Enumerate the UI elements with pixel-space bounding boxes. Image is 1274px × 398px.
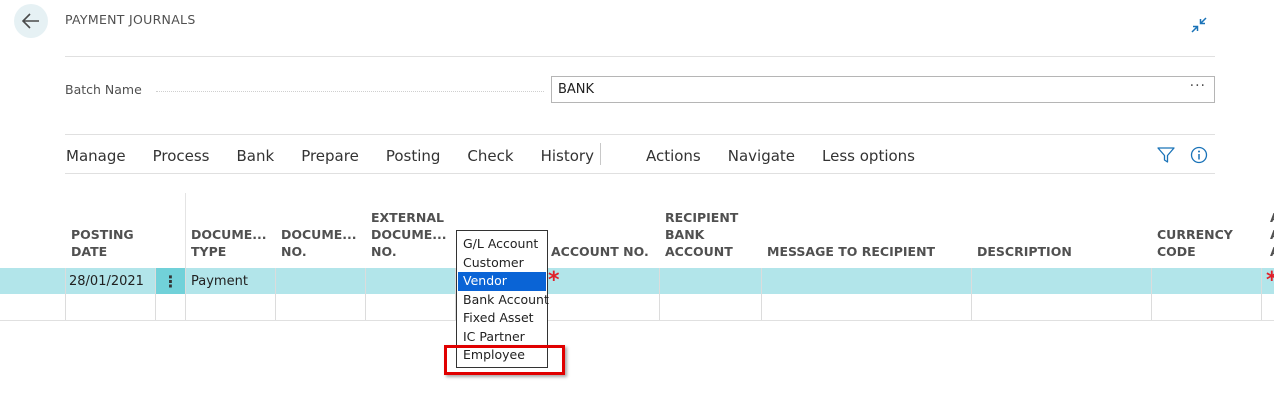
batch-name-value: BANK (558, 82, 595, 97)
action-toolbar: Manage Process Bank Prepare Posting Chec… (66, 145, 942, 167)
col-label: NO. (281, 244, 307, 259)
collapse-button[interactable] (1188, 14, 1210, 36)
toolbar-bank[interactable]: Bank (237, 147, 275, 165)
cell-border (1261, 268, 1262, 320)
cell-document-type[interactable]: Payment (191, 274, 248, 289)
col-description[interactable]: DESCRIPTION (977, 243, 1072, 260)
cell-posting-date[interactable]: 28/01/2021 (69, 274, 144, 289)
filter-icon (1157, 147, 1175, 163)
col-document-type[interactable]: DOCUME... TYPE (191, 226, 267, 260)
header-divider (65, 56, 1215, 57)
col-label: DOCUME... (371, 227, 447, 242)
toolbar-check[interactable]: Check (467, 147, 513, 165)
toolbar-less-options[interactable]: Less options (822, 147, 915, 165)
col-truncated: AAA (1270, 209, 1274, 260)
toolbar-prepare[interactable]: Prepare (301, 147, 359, 165)
col-account-no[interactable]: ACCOUNT NO. (551, 243, 649, 260)
cell-border (971, 268, 972, 320)
col-label: DOCUME... (281, 227, 357, 242)
batch-divider (65, 134, 1215, 135)
cell-border (275, 268, 276, 320)
option-vendor[interactable]: Vendor (458, 272, 546, 291)
vertical-dots-icon: ⋮ (162, 271, 179, 291)
back-button[interactable] (14, 4, 48, 38)
option-ic-partner[interactable]: IC Partner (458, 328, 546, 347)
col-label: CODE (1157, 244, 1196, 259)
option-bank-account[interactable]: Bank Account (458, 291, 549, 310)
info-icon (1190, 146, 1208, 164)
col-label: DOCUME... (191, 227, 267, 242)
field-leader-dots (156, 91, 544, 92)
cell-border (65, 268, 66, 320)
col-document-no[interactable]: DOCUME... NO. (281, 226, 357, 260)
col-label: DATE (71, 244, 108, 259)
toolbar-history[interactable]: History (541, 147, 594, 165)
toolbar-process[interactable]: Process (153, 147, 210, 165)
option-gl-account[interactable]: G/L Account (458, 235, 546, 254)
required-marker: * (1266, 268, 1274, 293)
col-label: BANK (665, 227, 705, 242)
arrow-left-icon (22, 13, 39, 29)
filter-button[interactable] (1156, 146, 1176, 164)
cell-border (185, 268, 186, 320)
more-options-icon[interactable]: ··· (1190, 78, 1206, 94)
col-label: TYPE (191, 244, 227, 259)
info-button[interactable] (1189, 145, 1209, 165)
col-recipient-bank-account[interactable]: RECIPIENT BANK ACCOUNT (665, 209, 738, 260)
col-posting-date[interactable]: POSTING DATE (71, 226, 134, 260)
toolbar-divider (65, 173, 1215, 174)
col-label: POSTING (71, 227, 134, 242)
col-currency-code[interactable]: CURRENCY CODE (1157, 226, 1233, 260)
collapse-arrows-icon (1191, 17, 1207, 33)
toolbar-separator (600, 143, 601, 165)
cell-border (761, 268, 762, 320)
table-row[interactable] (0, 294, 1274, 321)
toolbar-posting[interactable]: Posting (386, 147, 441, 165)
batch-name-field[interactable]: BANK ··· (551, 76, 1215, 103)
col-label: NO. (371, 244, 397, 259)
toolbar-navigate[interactable]: Navigate (728, 147, 795, 165)
column-separator (185, 193, 186, 268)
row-menu-button[interactable]: ⋮ (156, 268, 185, 294)
col-label: RECIPIENT (665, 210, 739, 225)
toolbar-manage[interactable]: Manage (66, 147, 126, 165)
option-fixed-asset[interactable]: Fixed Asset (458, 309, 546, 328)
cell-border (365, 268, 366, 320)
col-external-document-no[interactable]: EXTERNAL DOCUME... NO. (371, 209, 447, 260)
cell-border (1151, 268, 1152, 320)
required-marker: * (548, 268, 560, 293)
page-title: PAYMENT JOURNALS (65, 12, 196, 27)
batch-name-label: Batch Name (65, 82, 142, 97)
option-customer[interactable]: Customer (458, 254, 546, 273)
col-label: EXTERNAL (371, 210, 444, 225)
cell-border (659, 268, 660, 320)
col-label: CURRENCY (1157, 227, 1233, 242)
toolbar-actions[interactable]: Actions (646, 147, 701, 165)
highlight-annotation (444, 345, 565, 375)
col-label: ACCOUNT (665, 244, 733, 259)
col-message-to-recipient[interactable]: MESSAGE TO RECIPIENT (767, 243, 935, 260)
